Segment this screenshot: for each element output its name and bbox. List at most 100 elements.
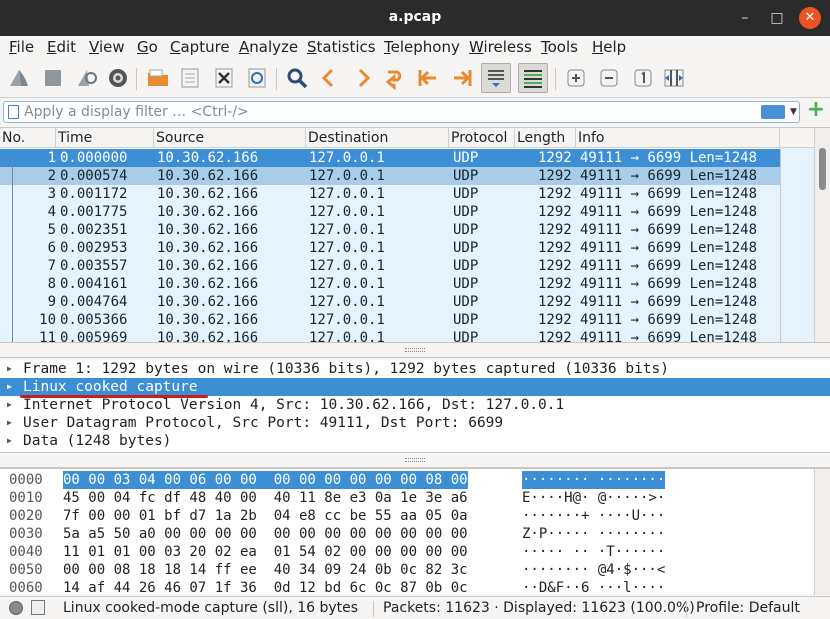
resize-columns-icon[interactable]: [661, 65, 687, 91]
packet-cell-proto: UDP: [453, 150, 479, 166]
packet-row[interactable]: 1 0.000000 10.30.62.166 127.0.0.1 UDP 1292 491…: [0, 149, 780, 167]
column-header-length[interactable]: Length: [515, 128, 576, 148]
hex-row[interactable]: 0000 00 00 03 04 00 06 00 00 00 00 00 00 …: [0, 471, 830, 489]
expand-arrow-icon[interactable]: ▶: [7, 360, 12, 378]
detail-row-linux-cooked-capture[interactable]: ▶ Linux cooked capture: [0, 378, 830, 396]
hex-row[interactable]: 0050 00 00 08 18 18 14 ff ee 40 34 09 24 …: [0, 561, 830, 579]
hex-bytes[interactable]: 45 00 04 fc df 48 40 00 40 11 8e e3 0a 1…: [63, 489, 468, 507]
column-header-source[interactable]: Source: [154, 128, 306, 148]
capture-options-icon[interactable]: [105, 65, 131, 91]
menu-telephony[interactable]: Telephony: [384, 38, 460, 56]
expand-arrow-icon[interactable]: ▶: [7, 378, 12, 396]
menu-tools[interactable]: Tools: [541, 38, 578, 56]
minimize-button[interactable]: –: [735, 8, 755, 28]
hex-ascii[interactable]: ··D&F··6 ···l····: [522, 579, 665, 597]
zoom-in-icon[interactable]: [563, 65, 589, 91]
hex-bytes[interactable]: 5a a5 50 a0 00 00 00 00 00 00 00 00 00 0…: [63, 525, 468, 543]
bookmark-icon[interactable]: [8, 105, 19, 119]
zoom-out-icon[interactable]: [596, 65, 622, 91]
go-to-packet-icon[interactable]: [383, 65, 409, 91]
restart-capture-icon[interactable]: [74, 65, 100, 91]
detail-row-data[interactable]: ▶ Data (1248 bytes): [0, 432, 830, 450]
menu-view[interactable]: View: [89, 38, 125, 56]
hex-row[interactable]: 0020 7f 00 00 01 bf d7 1a 2b 04 e8 cc be …: [0, 507, 830, 525]
pane-splitter[interactable]: [0, 452, 830, 468]
reload-file-icon[interactable]: [244, 65, 270, 91]
menu-file[interactable]: File: [9, 38, 34, 56]
stop-icon[interactable]: [40, 65, 66, 91]
hex-row[interactable]: 0040 11 01 01 00 03 20 02 ea 01 54 02 00 …: [0, 543, 830, 561]
expand-arrow-icon[interactable]: ▶: [7, 396, 12, 414]
menu-wireless[interactable]: Wireless: [469, 38, 532, 56]
packet-row[interactable]: 9 0.004764 10.30.62.166 127.0.0.1 UDP 1292 491…: [0, 293, 780, 311]
hex-bytes[interactable]: 11 01 01 00 03 20 02 ea 01 54 02 00 00 0…: [63, 543, 468, 561]
menu-help[interactable]: Help: [592, 38, 626, 56]
packet-row[interactable]: 10 0.005366 10.30.62.166 127.0.0.1 UDP 1292 49…: [0, 311, 780, 329]
column-header-no[interactable]: No.: [0, 128, 56, 148]
column-header-info[interactable]: Info: [576, 128, 780, 148]
menu-analyze[interactable]: Analyze: [239, 38, 298, 56]
find-icon[interactable]: [284, 65, 310, 91]
bytes-scrollbar[interactable]: [814, 469, 830, 595]
open-file-icon[interactable]: [145, 65, 171, 91]
detail-row-frame[interactable]: ▶ Frame 1: 1292 bytes on wire (10336 bits…: [0, 360, 830, 378]
shark-fin-start-icon[interactable]: [6, 65, 32, 91]
expand-arrow-icon[interactable]: ▶: [7, 432, 12, 450]
close-window-button[interactable]: ✕: [799, 7, 821, 29]
column-header-destination[interactable]: Destination: [306, 128, 449, 148]
packet-row[interactable]: 2 0.000574 10.30.62.166 127.0.0.1 UDP 1292 491…: [0, 167, 780, 185]
chevron-down-icon[interactable]: ▼: [790, 107, 797, 117]
hex-bytes[interactable]: 00 00 08 18 18 14 ff ee 40 34 09 24 0b 0…: [63, 561, 468, 579]
autoscroll-icon[interactable]: [481, 63, 511, 93]
packet-row[interactable]: 7 0.003557 10.30.62.166 127.0.0.1 UDP 1292 491…: [0, 257, 780, 275]
expand-arrow-icon[interactable]: ▶: [7, 414, 12, 432]
packet-cell-no: 4: [47, 204, 56, 220]
go-back-icon[interactable]: [316, 65, 342, 91]
colorize-icon[interactable]: [518, 63, 548, 93]
hex-row[interactable]: 0030 5a a5 50 a0 00 00 00 00 00 00 00 00 …: [0, 525, 830, 543]
hex-row[interactable]: 0060 14 af 44 26 46 07 1f 36 0d 12 bd 6c …: [0, 579, 830, 597]
column-header-protocol[interactable]: Protocol: [449, 128, 515, 148]
hex-row[interactable]: 0010 45 00 04 fc df 48 40 00 40 11 8e e3 …: [0, 489, 830, 507]
menu-edit[interactable]: Edit: [47, 38, 76, 56]
normal-size-icon[interactable]: [630, 65, 656, 91]
packet-list-scrollbar[interactable]: [814, 128, 830, 342]
capture-comment-icon[interactable]: [31, 600, 45, 615]
hex-ascii[interactable]: ········ ········: [522, 471, 666, 489]
hex-bytes[interactable]: 7f 00 00 01 bf d7 1a 2b 04 e8 cc be 55 a…: [63, 507, 468, 525]
hex-ascii[interactable]: E····H@· @·····>·: [522, 489, 665, 507]
packet-row[interactable]: 6 0.002953 10.30.62.166 127.0.0.1 UDP 1292 491…: [0, 239, 780, 257]
packet-cell-info: 49111 → 6699 Len=1248: [580, 168, 758, 184]
hex-ascii[interactable]: ····· ·· ·T······: [522, 543, 665, 561]
packet-cell-proto: UDP: [453, 204, 479, 220]
menu-go[interactable]: Go: [137, 38, 158, 56]
packet-row[interactable]: 8 0.004161 10.30.62.166 127.0.0.1 UDP 1292 491…: [0, 275, 780, 293]
last-packet-icon[interactable]: [449, 65, 475, 91]
hex-ascii[interactable]: Z·P····· ········: [522, 525, 665, 543]
packet-row[interactable]: 11 0.005969 10.30.62.166 127.0.0.1 UDP 1292 49…: [0, 329, 780, 342]
go-forward-icon[interactable]: [350, 65, 376, 91]
detail-row-ipv4[interactable]: ▶ Internet Protocol Version 4, Src: 10.30…: [0, 396, 830, 414]
hex-bytes[interactable]: 14 af 44 26 46 07 1f 36 0d 12 bd 6c 0c 8…: [63, 579, 468, 597]
display-filter-input[interactable]: [24, 103, 724, 121]
first-packet-icon[interactable]: [415, 65, 441, 91]
menu-capture[interactable]: Capture: [170, 38, 230, 56]
expert-info-led-icon[interactable]: [9, 601, 23, 615]
apply-filter-arrow-icon[interactable]: [761, 105, 785, 119]
pane-splitter[interactable]: [0, 342, 830, 358]
save-file-icon[interactable]: [177, 65, 203, 91]
menu-statistics[interactable]: Statistics: [307, 38, 376, 56]
packet-row[interactable]: 4 0.001775 10.30.62.166 127.0.0.1 UDP 1292 491…: [0, 203, 780, 221]
hex-ascii[interactable]: ········ @4·$···<: [522, 561, 665, 579]
hex-bytes[interactable]: 00 00 03 04 00 06 00 00 00 00 00 00 00 0…: [63, 471, 468, 489]
detail-row-udp[interactable]: ▶ User Datagram Protocol, Src Port: 49111…: [0, 414, 830, 432]
scrollbar-thumb[interactable]: [819, 148, 826, 190]
status-profile[interactable]: Profile: Default: [696, 600, 800, 616]
packet-row[interactable]: 3 0.001172 10.30.62.166 127.0.0.1 UDP 1292 491…: [0, 185, 780, 203]
column-header-time[interactable]: Time: [56, 128, 154, 148]
add-filter-button-plus-icon[interactable]: +: [806, 99, 826, 121]
maximize-button[interactable]: □: [767, 8, 787, 28]
hex-ascii[interactable]: ·······+ ····U···: [522, 507, 665, 525]
close-file-icon[interactable]: [211, 65, 237, 91]
packet-row[interactable]: 5 0.002351 10.30.62.166 127.0.0.1 UDP 1292 491…: [0, 221, 780, 239]
